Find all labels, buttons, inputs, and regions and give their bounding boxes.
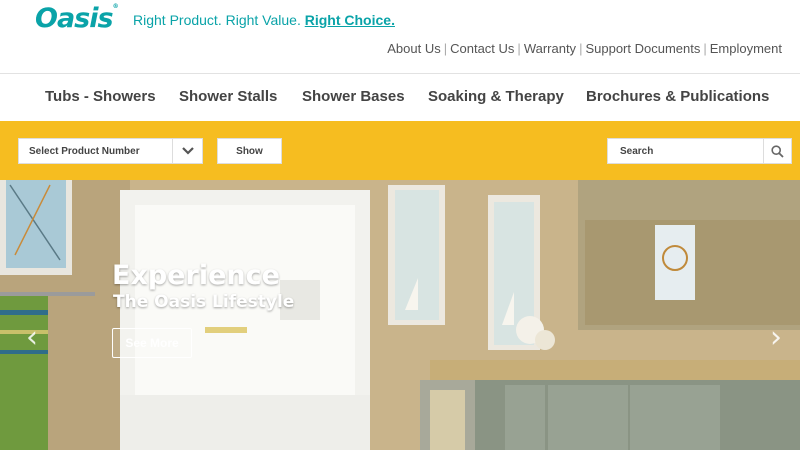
utility-nav: About Us | Contact Us | Warranty | Support …	[384, 41, 785, 56]
see-more-button[interactable]: See More	[112, 328, 192, 358]
hero-banner: Experience The Oasis Lifestyle See More …	[0, 180, 800, 450]
select-label: Select Product Number	[29, 145, 140, 157]
tagline-link[interactable]: Right Choice.	[305, 12, 395, 28]
bathroom-scene-image	[0, 180, 800, 450]
main-nav: Tubs - Showers Shower Stalls Shower Base…	[0, 73, 800, 121]
search-box: Search	[607, 138, 792, 164]
util-link-support-documents[interactable]: Support Documents	[582, 41, 703, 56]
oasis-logo[interactable]: Oasis®	[35, 3, 119, 34]
hero-title: Experience	[112, 260, 280, 291]
hero-subtitle: The Oasis Lifestyle	[113, 292, 295, 312]
util-link-employment[interactable]: Employment	[707, 41, 785, 56]
nav-shower-bases[interactable]: Shower Bases	[302, 88, 405, 105]
nav-brochures-publications[interactable]: Brochures & Publications	[586, 88, 769, 105]
product-toolbar: Select Product Number Show Search	[0, 121, 800, 180]
nav-tubs-showers[interactable]: Tubs - Showers	[45, 88, 156, 105]
chevron-down-icon[interactable]	[172, 139, 202, 163]
search-button[interactable]	[763, 139, 791, 163]
carousel-next-icon[interactable]: ›	[770, 320, 782, 355]
util-link-warranty[interactable]: Warranty	[521, 41, 579, 56]
nav-soaking-therapy[interactable]: Soaking & Therapy	[428, 88, 564, 105]
tagline: Right Product. Right Value. Right Choice…	[133, 12, 395, 28]
search-input[interactable]: Search	[608, 139, 763, 163]
tagline-text: Right Product. Right Value.	[133, 12, 301, 28]
util-link-about-us[interactable]: About Us	[384, 41, 443, 56]
search-icon	[771, 144, 784, 158]
carousel-prev-icon[interactable]: ‹	[26, 320, 38, 355]
util-link-contact-us[interactable]: Contact Us	[447, 41, 517, 56]
site-header: Oasis® Right Product. Right Value. Right…	[0, 0, 800, 73]
show-button[interactable]: Show	[217, 138, 282, 164]
product-number-select[interactable]: Select Product Number	[18, 138, 203, 164]
nav-shower-stalls[interactable]: Shower Stalls	[179, 88, 277, 105]
